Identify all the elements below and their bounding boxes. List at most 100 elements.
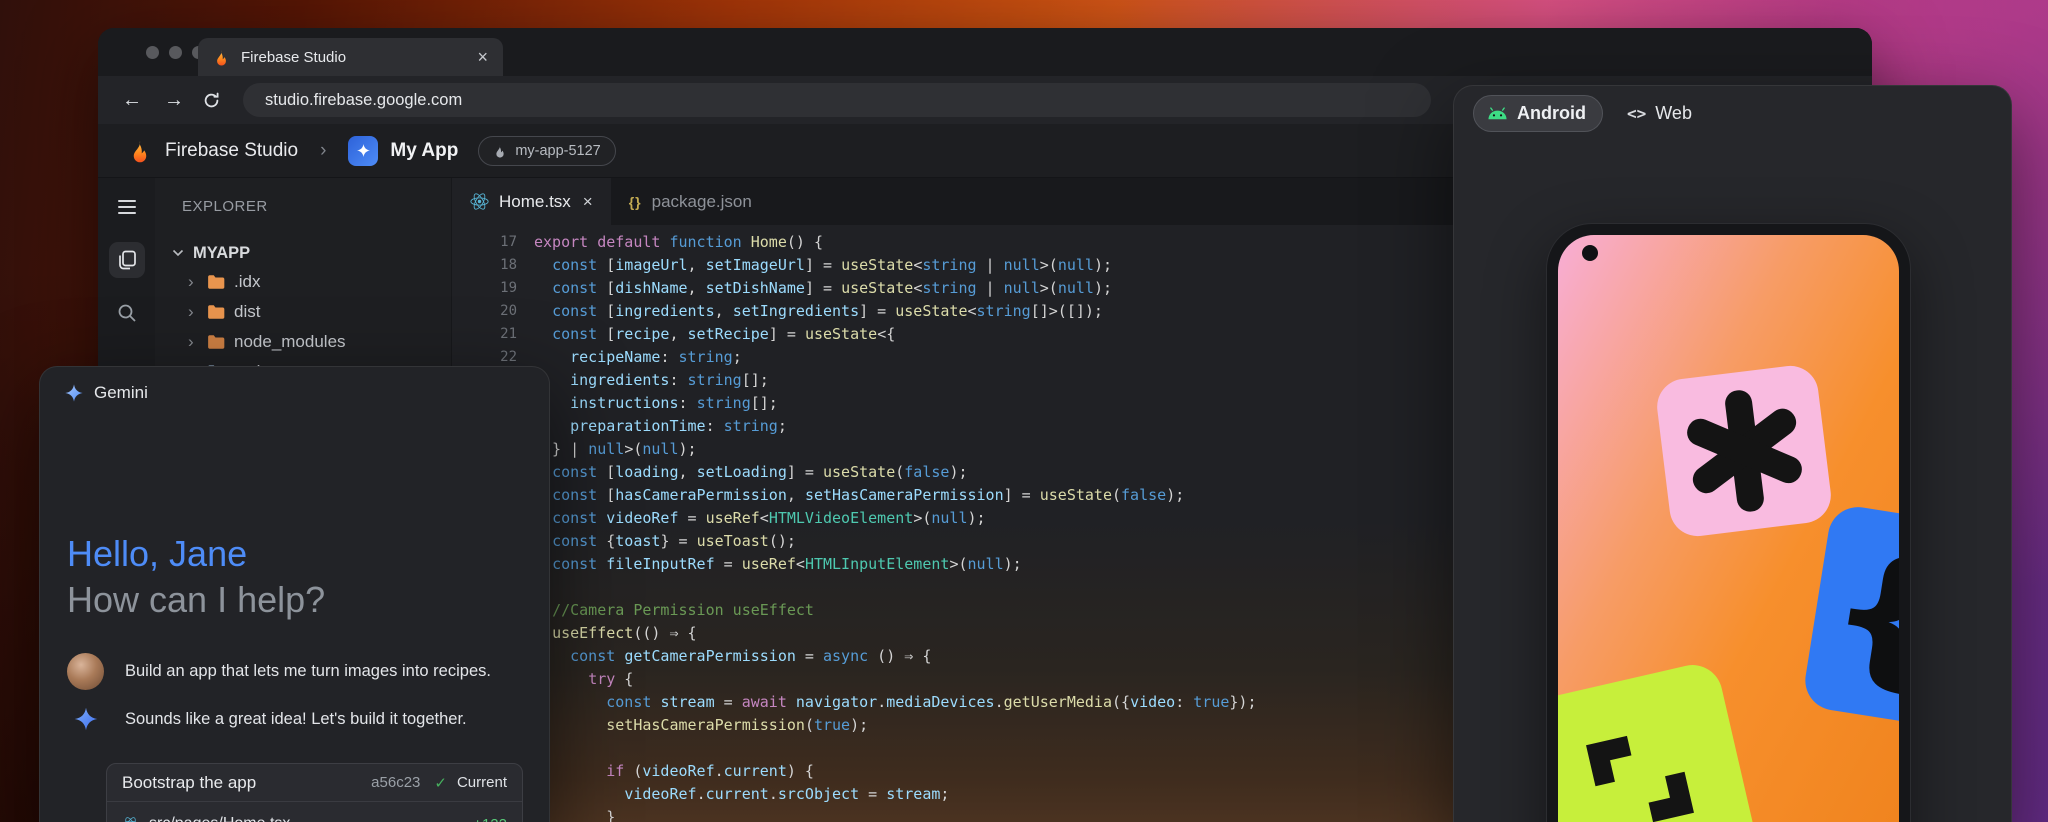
browser-titlebar: Firebase Studio × [98, 28, 1872, 76]
search-icon [116, 302, 138, 324]
asterisk-icon [1675, 382, 1813, 520]
brand-title: Firebase Studio [165, 140, 298, 162]
tree-item-idx[interactable]: › .idx [155, 267, 451, 297]
line-content: const videoRef = useRef<HTMLVideoElement… [517, 507, 986, 530]
app-badge[interactable]: my-app-5127 [478, 136, 615, 166]
camera-punch-hole-icon [1582, 245, 1598, 261]
line-content: ingredients: string[]; [517, 369, 769, 392]
menu-button[interactable] [118, 196, 136, 218]
breadcrumb-separator: › [320, 140, 326, 162]
line-content: videoRef.current.srcObject = stream; [517, 783, 949, 806]
line-content: const [recipe, setRecipe] = useState<{ [517, 323, 895, 346]
copy-pages-icon [116, 249, 138, 271]
app-name[interactable]: My App [390, 140, 458, 162]
line-content: const [imageUrl, setImageUrl] = useState… [517, 254, 1112, 277]
phone-screen: { [1558, 235, 1899, 822]
line-content: const fileInputRef = useRef<HTMLInputEle… [517, 553, 1022, 576]
line-content: const [ingredients, setIngredients] = us… [517, 300, 1103, 323]
folder-icon [207, 334, 225, 350]
tree-item-label: dist [234, 302, 260, 322]
line-number: 21 [452, 323, 517, 346]
search-button[interactable] [116, 302, 138, 324]
line-content: preparationTime: string; [517, 415, 787, 438]
line-content: //Camera Permission useEffect [517, 599, 814, 622]
check-icon: ✓ [434, 774, 447, 792]
chevron-down-icon [172, 249, 184, 257]
forward-button[interactable]: → [162, 89, 186, 112]
app-icon [348, 136, 378, 166]
corner-brackets-icon [1569, 708, 1711, 822]
gemini-sparkle-icon [64, 383, 84, 403]
line-content: const {toast} = useToast(); [517, 530, 796, 553]
tree-item-label: .idx [234, 272, 260, 292]
task-card-file-row[interactable]: src/pages/Home.tsx +122 [107, 802, 522, 822]
web-toggle-label: Web [1655, 103, 1692, 124]
web-toggle[interactable]: <> Web [1619, 103, 1700, 124]
android-icon [1487, 107, 1508, 120]
platform-toggles: Android <> Web [1473, 95, 1700, 132]
flame-badge-icon [493, 144, 507, 158]
firebase-studio-promo: Firebase Studio × ← → studio.firebase.go… [0, 0, 2048, 822]
window-close-button[interactable] [146, 46, 159, 59]
react-icon [470, 192, 489, 211]
curly-brace-glyph: { [1817, 532, 1899, 700]
line-content: const stream = await navigator.mediaDevi… [517, 691, 1257, 714]
back-button[interactable]: ← [120, 89, 144, 112]
chevron-right-icon: › [188, 332, 198, 352]
url-bar[interactable]: studio.firebase.google.com [243, 83, 1431, 117]
gemini-panel: Gemini Hello, Jane How can I help? Build… [39, 366, 550, 822]
line-number: 19 [452, 277, 517, 300]
android-toggle[interactable]: Android [1473, 95, 1603, 132]
editor-tab-close-icon[interactable]: × [583, 192, 593, 212]
react-icon [122, 816, 139, 822]
traffic-light-buttons [146, 46, 205, 59]
status-badge: Current [457, 774, 507, 791]
chat-message-text: Build an app that lets me turn images in… [125, 662, 491, 681]
browser-tab[interactable]: Firebase Studio × [198, 38, 503, 76]
device-preview-panel: Android <> Web { [1453, 85, 2012, 822]
line-content: export default function Home() { [517, 231, 823, 254]
phone-mockup: { [1546, 223, 1911, 822]
explorer-button[interactable] [109, 242, 145, 278]
json-braces-icon: {} [629, 194, 642, 210]
window-minimize-button[interactable] [169, 46, 182, 59]
line-content: recipeName: string; [517, 346, 742, 369]
tree-root-myapp[interactable]: MYAPP [155, 239, 451, 267]
file-path: src/pages/Home.tsx [149, 815, 463, 822]
android-toggle-label: Android [1517, 103, 1586, 124]
tab-close-icon[interactable]: × [477, 48, 488, 66]
tree-item-dist[interactable]: ›dist [155, 297, 451, 327]
editor-tab-label: Home.tsx [499, 192, 571, 212]
folder-icon [207, 304, 225, 320]
diff-added-count: +122 [473, 816, 507, 822]
gemini-header: Gemini [64, 383, 148, 403]
line-content: setHasCameraPermission(true); [517, 714, 868, 737]
app-badge-label: my-app-5127 [515, 143, 600, 159]
editor-tab-home-tsx[interactable]: Home.tsx × [452, 178, 611, 225]
reload-button[interactable] [202, 91, 221, 110]
greeting: Hello, Jane How can I help? [67, 531, 325, 623]
line-content: const [hasCameraPermission, setHasCamera… [517, 484, 1184, 507]
task-card-header: Bootstrap the app a56c23 ✓ Current [107, 764, 522, 802]
asterisk-shape [1654, 363, 1834, 540]
chat-message-text: Sounds like a great idea! Let's build it… [125, 710, 467, 729]
editor-tab-package-json[interactable]: {} package.json [611, 178, 770, 225]
chevron-right-icon: › [188, 272, 198, 292]
gemini-sparkle-icon [67, 706, 104, 732]
code-brackets-icon: <> [1627, 104, 1646, 123]
editor-tab-label: package.json [652, 192, 752, 212]
chat-message-gemini: Sounds like a great idea! Let's build it… [67, 706, 531, 732]
line-content: const [dishName, setDishName] = useState… [517, 277, 1112, 300]
brackets-shape [1558, 659, 1760, 822]
chat-message-user: Build an app that lets me turn images in… [67, 653, 531, 690]
line-number: 17 [452, 231, 517, 254]
tree-item-node_modules[interactable]: ›node_modules [155, 327, 451, 357]
greeting-line-2: How can I help? [67, 577, 325, 623]
brace-shape: { [1801, 503, 1899, 732]
reload-icon [202, 91, 221, 110]
browser-tab-title: Firebase Studio [241, 49, 466, 66]
user-avatar [67, 653, 104, 690]
explorer-heading: EXPLORER [182, 198, 451, 215]
task-card[interactable]: Bootstrap the app a56c23 ✓ Current src/p… [106, 763, 523, 822]
url-text: studio.firebase.google.com [265, 91, 462, 110]
